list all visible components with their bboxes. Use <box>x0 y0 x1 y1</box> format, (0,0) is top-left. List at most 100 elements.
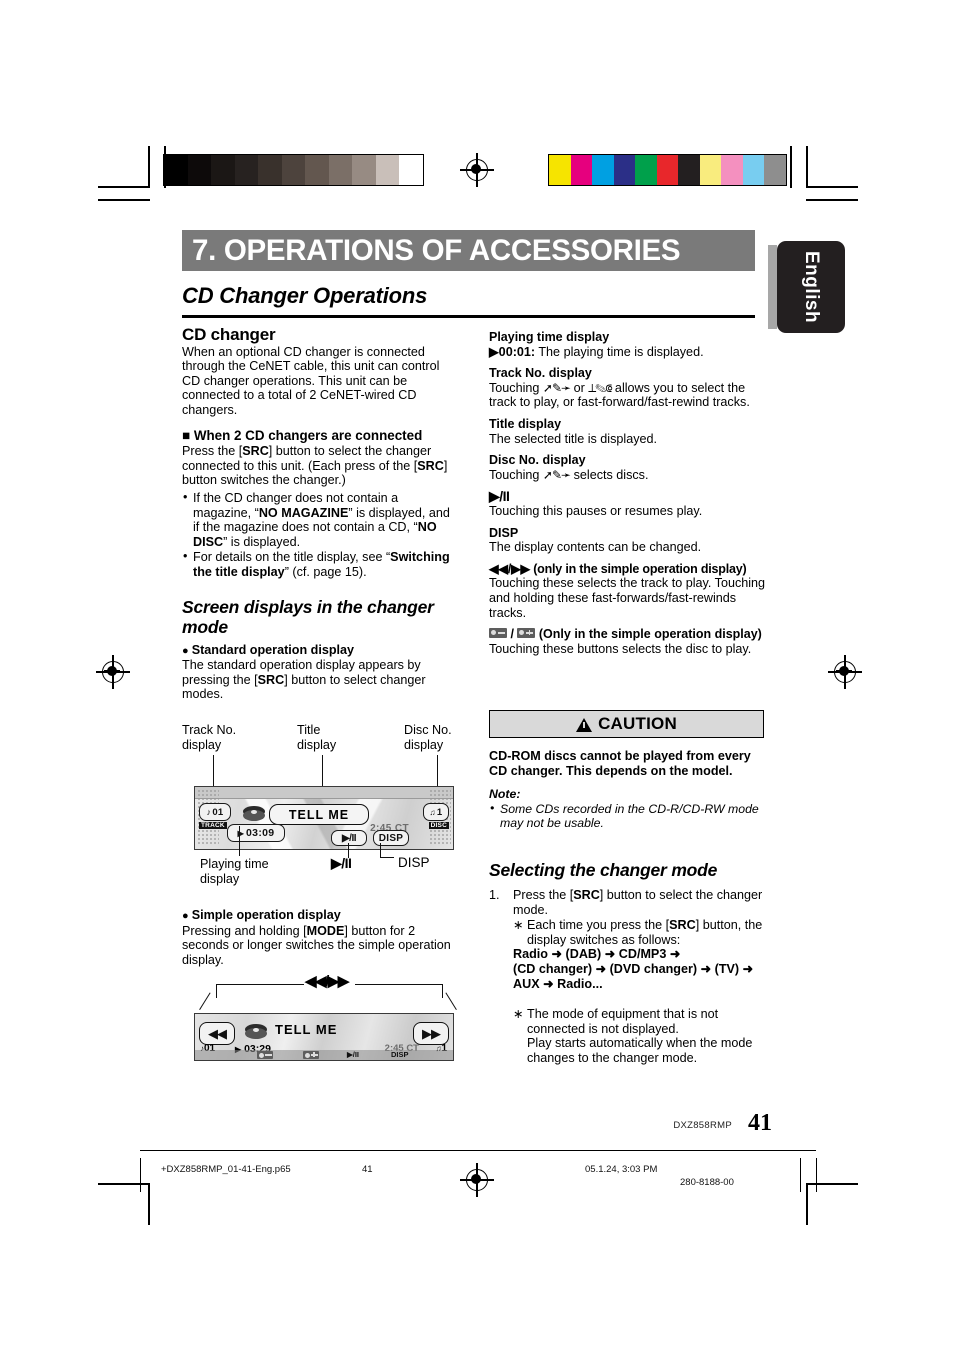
para-disc-select: Touching these buttons selects the disc … <box>489 641 752 656</box>
lcd-disc-number-badge: ♫ 1 <box>423 803 449 821</box>
registration-mark-left <box>96 655 130 689</box>
selecting-changer-mode-section: Selecting the changer mode 1. Press the … <box>489 860 766 1066</box>
footer-doc-code: 280-8188-00 <box>680 1177 734 1188</box>
model-name: DXZ858RMP <box>673 1120 732 1131</box>
color-patch <box>764 155 786 185</box>
crop-mark-bl-v <box>148 1183 150 1225</box>
gray-patch <box>281 155 305 185</box>
asterisk-marker: ∗ <box>513 918 524 933</box>
callout-line-disp-v <box>380 843 382 857</box>
chapter-title-bar: 7. OPERATIONS OF ACCESSORIES <box>182 230 755 271</box>
registration-mark-right <box>828 655 862 689</box>
caution-box: CAUTION CD-ROM discs cannot be played fr… <box>489 710 764 832</box>
color-patch <box>699 155 721 185</box>
callout-line-disc <box>437 755 439 786</box>
lcd-rewind-button[interactable]: ◀◀ <box>199 1022 235 1045</box>
touch-gesture-icon: ➚✎➛ <box>542 380 571 395</box>
callout-line-disp-h <box>380 857 394 859</box>
color-patch <box>635 155 657 185</box>
lcd-standard-display: ♪ 01 TRACK TELL ME ♫ 1 DISC ▶ 03:09 2:45 CT… <box>194 786 454 850</box>
lcd-top-band <box>195 787 453 799</box>
gray-patch <box>375 155 399 185</box>
callout-ffrew-line-left-h <box>216 984 304 986</box>
sub-note-line1: The mode of equipment that is not connec… <box>527 1007 719 1036</box>
color-patch <box>549 155 571 185</box>
lcd-simple-play-pause-button[interactable]: ▶/II <box>347 1050 359 1060</box>
disc-minus-icon <box>489 628 507 639</box>
heading-disp: DISP <box>489 525 519 540</box>
footer-divider <box>140 1150 816 1151</box>
gray-patch <box>399 155 423 185</box>
callout-ffrew-label: ◀◀/▶▶ <box>305 973 349 990</box>
footer-filename: +DXZ858RMP_01-41-Eng.p65 <box>161 1164 291 1175</box>
callout-track-line2: display <box>182 737 222 752</box>
crop-mark-tl2-h <box>98 199 150 201</box>
cd-disc-icon <box>245 1022 267 1041</box>
step-number: 1. <box>489 888 500 902</box>
crop-mark-tr-v <box>806 146 808 188</box>
para-cd-changer: When an optional CD changer is connected… <box>182 344 440 417</box>
footer-rule-right-v <box>800 1158 801 1192</box>
list-item: Some CDs recorded in the CD-R/CD-RW mode… <box>489 801 764 830</box>
lcd-title-display: TELL ME <box>269 804 369 825</box>
disc-plus-icon <box>517 628 536 639</box>
lcd-disc-minus-button[interactable] <box>257 1051 273 1059</box>
crop-mark-br-v <box>806 1183 808 1225</box>
lcd-simple-disp-button[interactable]: DISP <box>391 1050 409 1060</box>
manual-page: 7. OPERATIONS OF ACCESSORIES CD Changer … <box>0 0 954 1351</box>
callout-playing-time: Playing time display <box>200 857 269 886</box>
heading-selecting-changer-mode: Selecting the changer mode <box>489 860 718 880</box>
warning-triangle-icon <box>576 718 593 732</box>
heading-disc-select: / (Only in the simple operation display) <box>489 627 766 642</box>
color-patch <box>613 155 635 185</box>
callout-title: Title display <box>297 723 337 752</box>
language-tab-label: English <box>801 250 822 324</box>
language-tab: English <box>777 241 845 333</box>
lcd-disc-plus-button[interactable] <box>303 1051 319 1059</box>
para-title-display: The selected title is displayed. <box>489 431 658 446</box>
simple-display-section: Simple operation display Pressing and ho… <box>182 908 459 967</box>
caution-label: CAUTION <box>598 714 677 733</box>
para-playing-time: ▶00:01: The playing time is displayed. <box>489 344 704 359</box>
lcd-simple-title: TELL ME <box>275 1022 338 1037</box>
heading-simple-operation-display: Simple operation display <box>182 908 459 924</box>
lcd-disp-button[interactable]: DISP <box>373 830 409 846</box>
touch-gesture-hold-icon: ⟂✎⟃ <box>588 380 612 395</box>
color-patch <box>742 155 764 185</box>
section-title-wrap: CD Changer Operations <box>182 283 755 309</box>
list-item: For details on the title display, see “S… <box>182 549 459 579</box>
touch-gesture-icon: ➚✎➛ <box>542 467 571 482</box>
footer-date: 05.1.24, 3:03 PM <box>585 1164 658 1175</box>
heading-standard-operation-display: Standard operation display <box>182 643 459 659</box>
para-disp: The display contents can be changed. <box>489 540 702 555</box>
page-number: 41 <box>748 1110 772 1136</box>
callout-ffrew-line-right-h <box>355 984 443 986</box>
lcd-fastforward-button[interactable]: ▶▶ <box>413 1022 449 1045</box>
caution-body: CD-ROM discs cannot be played from every… <box>489 749 751 778</box>
gray-patch <box>187 155 211 185</box>
callout-playpause-label: ▶/II <box>331 855 352 871</box>
color-patch <box>721 155 743 185</box>
source-sequence-line1: Radio ➜ (DAB) ➜ CD/MP3 ➜ <box>513 947 681 962</box>
lcd-playing-time: ▶ 03:09 <box>227 824 285 842</box>
gray-patch <box>211 155 235 185</box>
heading-track-no-display: Track No. display <box>489 366 592 381</box>
source-sequence-line2: (CD changer) ➜ (DVD changer) ➜ (TV) ➜ <box>513 961 754 976</box>
para-play-pause: Touching this pauses or resumes play. <box>489 503 703 518</box>
crop-mark-tr-v2 <box>790 146 792 188</box>
grayscale-calibration-bar <box>163 154 424 186</box>
para-standard-operation: The standard operation display appears b… <box>182 658 426 702</box>
right-column: Playing time display ▶00:01: The playing… <box>489 330 766 656</box>
callout-line-playing-time <box>239 826 241 856</box>
gray-patch <box>258 155 282 185</box>
color-patch <box>592 155 614 185</box>
para-track-no: Touching ➚✎➛ or ⟂✎⟃ allows you to select… <box>489 380 750 410</box>
heading-screen-displays: Screen displays in the changer mode <box>182 596 434 637</box>
heading-when-2-changers: When 2 CD changers are connected <box>182 428 459 444</box>
lcd-track-number-badge: ♪ 01 <box>199 803 231 821</box>
callout-line-track <box>213 755 215 786</box>
color-calibration-bar <box>548 154 787 186</box>
lcd-track-label: TRACK <box>199 822 227 829</box>
sub-step-text: Each time you press the [SRC] button, th… <box>527 918 763 947</box>
lcd-disc-label: DISC <box>428 822 449 829</box>
